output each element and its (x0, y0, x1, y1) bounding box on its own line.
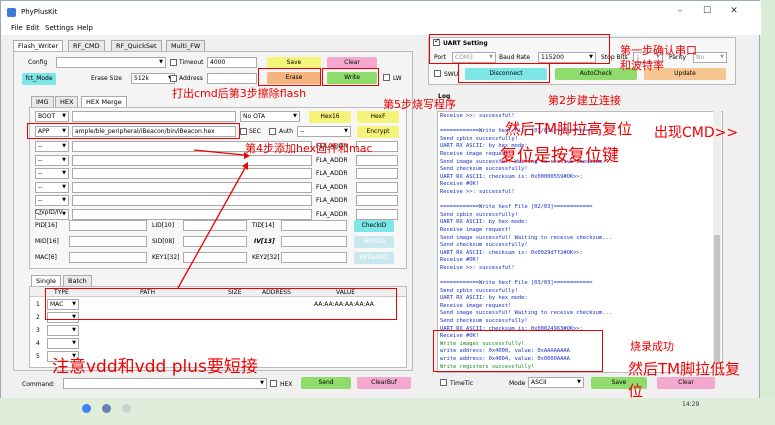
annotation-step4: 第4步添加hex固件和mac (245, 142, 373, 155)
annotation-step2: 第2步建立连接 (548, 94, 621, 107)
annotation-tm-low: 然后TM脚拉低复 (628, 360, 741, 378)
annotation-step5: 第5步烧写程序 (383, 98, 456, 111)
annotation-short-note: 注意vdd和vdd plus要短接 (52, 357, 258, 377)
annotation-burn-ok: 烧录成功 (630, 340, 674, 353)
annotation-step1: 第一步确认串口 (620, 44, 697, 57)
annotation-reset-key: 复位是按复位键 (500, 146, 619, 166)
annotation-reset-pull: 然后TM脚拉高复位 (505, 120, 633, 138)
arrow-step4-b (177, 167, 246, 289)
annotation-cmd-appear: 出现CMD>> (654, 125, 739, 141)
annotation-step1b: 和波特率 (620, 59, 664, 72)
annotation-tm-low-2: 位 (628, 382, 644, 400)
arrow-step4-a (193, 149, 245, 156)
annotation-step3: 打出cmd后第3步擦除flash (172, 87, 307, 100)
